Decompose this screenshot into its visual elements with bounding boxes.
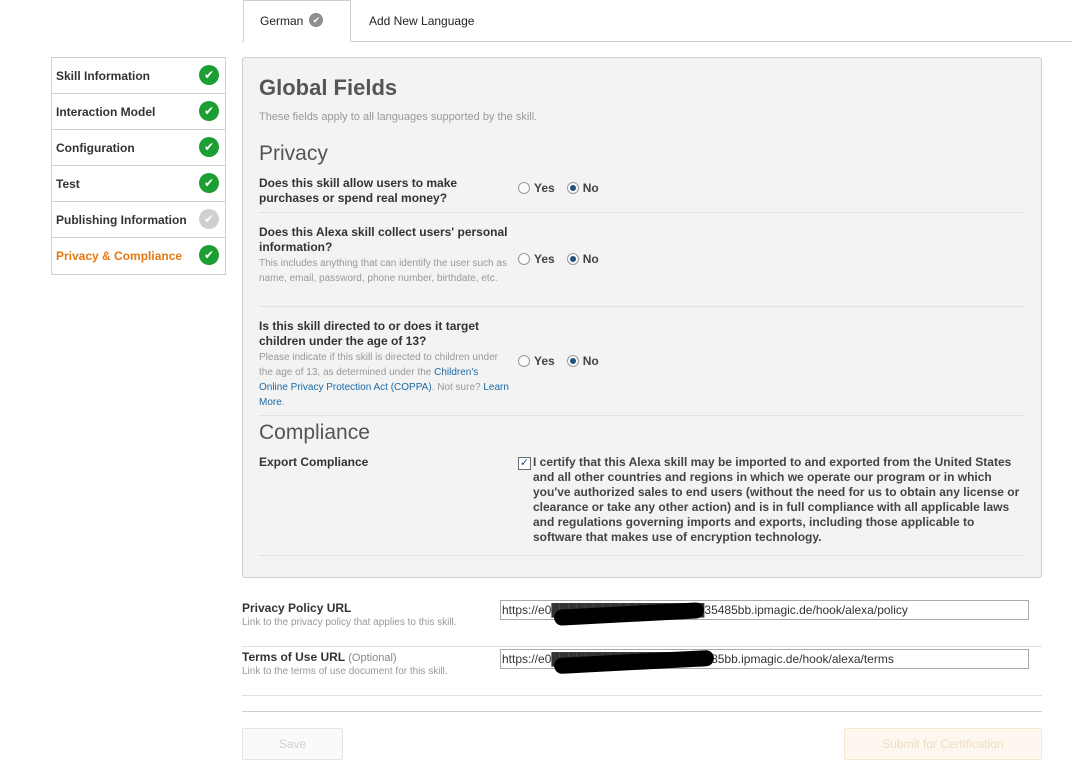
question-block: Is this skill directed to or does it tar… [259,319,509,410]
tab-label: German [260,14,304,28]
check-circle-icon: ✔ [199,65,219,85]
sidebar-item-interaction-model[interactable]: Interaction Model ✔ [52,94,225,130]
question-purchases: Does this skill allow users to make purc… [259,176,1025,213]
radio-yes-label[interactable]: Yes [534,252,555,266]
terms-of-use-url-row: Terms of Use URL (Optional) Link to the … [242,649,1042,696]
radio-yes-label[interactable]: Yes [534,181,555,195]
privacy-policy-help: Link to the privacy policy that applies … [242,617,457,628]
page-title: Global Fields [259,75,398,100]
sidebar-item-label: Skill Information [56,68,151,83]
question-help: Please indicate if this skill is directe… [259,350,509,410]
check-circle-icon: ✔ [199,137,219,157]
help-text: . Not sure? [431,382,481,393]
radio-no[interactable] [566,355,579,367]
radio-yes[interactable] [518,182,530,194]
radio-yes[interactable] [518,355,530,367]
question-label: Does this Alexa skill collect users' per… [259,225,508,254]
radio-yes-label[interactable]: Yes [534,354,555,368]
privacy-policy-url-row: Privacy Policy URL Link to the privacy p… [242,600,1042,647]
check-circle-icon: ✔ [199,173,219,193]
radio-no-label[interactable]: No [583,252,599,266]
sidebar-nav: Skill Information ✔ Interaction Model ✔ … [51,57,226,275]
sidebar-item-label: Publishing Information [56,212,187,227]
question-label: Does this skill allow users to make purc… [259,176,458,205]
sidebar-item-label: Interaction Model [56,104,156,119]
tab-add-new-language[interactable]: Add New Language [369,0,474,42]
privacy-section-title: Privacy [259,142,328,165]
divider [242,711,1042,712]
tab-label: Add New Language [369,14,475,28]
optional-tag: (Optional) [348,652,397,664]
privacy-policy-label: Privacy Policy URL [242,601,352,615]
page-subtitle: These fields apply to all languages supp… [259,111,538,123]
check-circle-icon: ✔ [199,209,219,229]
divider [259,555,1025,556]
sidebar-item-label: Configuration [56,140,135,155]
submit-for-certification-button[interactable]: Submit for Certification [844,728,1042,760]
check-circle-icon: ✔ [199,245,219,265]
tab-german[interactable]: German ✔ [243,0,351,42]
question-children: Is this skill directed to or does it tar… [259,319,1025,416]
radio-no[interactable] [566,182,579,194]
global-fields-panel: Global Fields These fields apply to all … [242,57,1042,578]
radio-group-personal-info: Yes No [518,252,599,266]
language-tabs: German ✔ Add New Language [242,0,1072,42]
radio-yes[interactable] [518,253,530,265]
label-text: Terms of Use URL [242,650,345,664]
check-circle-icon: ✔ [199,101,219,121]
compliance-section-title: Compliance [259,421,370,444]
export-compliance-text: I certify that this Alexa skill may be i… [533,455,1020,544]
question-help: This includes anything that can identify… [259,258,507,284]
radio-no[interactable] [566,253,579,265]
radio-no-label[interactable]: No [583,181,599,195]
sidebar-item-privacy-compliance[interactable]: Privacy & Compliance ✔ [52,238,225,274]
question-personal-info: Does this Alexa skill collect users' per… [259,225,1025,307]
help-text: . [281,397,285,408]
terms-of-use-help: Link to the terms of use document for th… [242,666,448,677]
export-compliance-label: Export Compliance [259,455,369,469]
radio-no-label[interactable]: No [583,354,599,368]
question-block: Does this Alexa skill collect users' per… [259,225,509,286]
question-label: Is this skill directed to or does it tar… [259,319,480,348]
terms-of-use-label: Terms of Use URL (Optional) [242,650,397,664]
sidebar-item-label: Test [56,176,80,191]
sidebar-item-test[interactable]: Test ✔ [52,166,225,202]
sidebar-item-configuration[interactable]: Configuration ✔ [52,130,225,166]
sidebar-item-skill-information[interactable]: Skill Information ✔ [52,58,225,94]
check-icon: ✔ [309,13,324,27]
radio-group-purchases: Yes No [518,181,599,195]
sidebar-item-label: Privacy & Compliance [56,249,183,263]
save-button[interactable]: Save [242,728,343,760]
radio-group-children: Yes No [518,354,599,368]
export-compliance-checkbox[interactable]: ✓ [518,457,531,470]
sidebar-item-publishing-information[interactable]: Publishing Information ✔ [52,202,225,238]
